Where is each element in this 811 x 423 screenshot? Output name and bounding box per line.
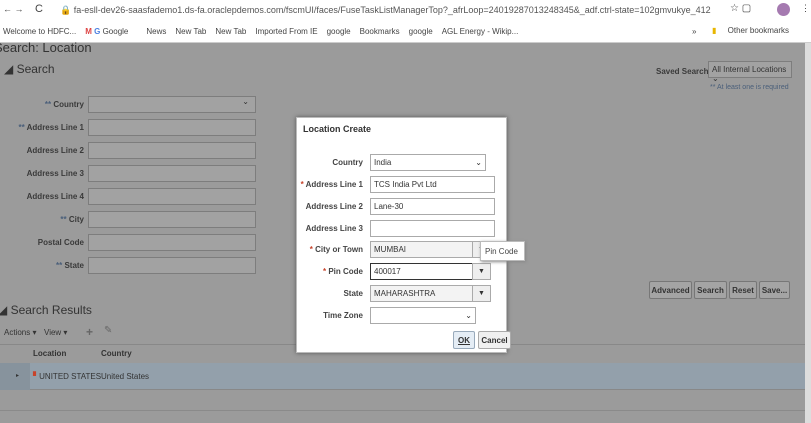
edit-icon[interactable]: ✎ <box>104 325 112 336</box>
field-label: State <box>64 261 84 270</box>
postal-code-input[interactable] <box>88 234 256 251</box>
save-button[interactable]: Save... <box>759 281 790 299</box>
bookmark[interactable]: AGL Energy - Wikip... <box>442 27 519 36</box>
add-icon[interactable]: + <box>86 325 93 339</box>
forward-icon[interactable]: ← → <box>3 4 24 14</box>
field-label: State <box>343 289 363 298</box>
pin-code-input[interactable]: 400017 <box>370 263 473 280</box>
bookmark[interactable]: M G Google <box>85 27 137 36</box>
field-label: Address Line 1 <box>26 123 84 132</box>
location-create-dialog: Location Create Country India ⌄ * Address… <box>296 117 511 353</box>
field-label: Address Line 2 <box>26 146 84 155</box>
bookmark[interactable]: Imported From IE <box>255 27 317 36</box>
address-line-2-input[interactable] <box>88 142 256 159</box>
column-header-country: Country <box>101 349 132 358</box>
avatar[interactable] <box>777 3 790 16</box>
star-icon[interactable]: ☆ ▢ <box>730 3 751 14</box>
reset-button[interactable]: Reset <box>729 281 757 299</box>
cancel-button[interactable]: Cancel <box>478 331 511 349</box>
ok-button[interactable]: OK <box>453 331 475 349</box>
saved-search-label: Saved Search <box>656 67 709 76</box>
other-bookmarks[interactable]: ▮ Other bookmarks <box>712 26 798 35</box>
saved-search-select[interactable]: All Internal Locations ⌄ <box>708 61 792 83</box>
column-header-location: Location <box>33 349 67 358</box>
actions-menu[interactable]: Actions ▾ <box>4 328 36 337</box>
field-label: Postal Code <box>37 238 84 247</box>
url-text: fa-esll-dev26-saasfademo1.ds-fa.oraclepd… <box>73 5 711 15</box>
address-line-3-input[interactable] <box>370 220 495 237</box>
search-results-header[interactable]: ◢ Search Results <box>0 303 92 317</box>
bookmark[interactable]: News <box>146 27 166 36</box>
field-label: Address Line 4 <box>26 192 84 201</box>
expand-icon[interactable]: ▸ <box>16 372 19 379</box>
bookmark[interactable]: Bookmarks <box>360 27 400 36</box>
address-line-1-input[interactable] <box>88 119 256 136</box>
address-line-2-input[interactable]: Lane-30 <box>370 198 495 215</box>
lock-icon: 🔒 <box>60 4 74 15</box>
page-title: Search: Location <box>0 40 92 55</box>
city-input[interactable]: MUMBAI <box>370 241 473 258</box>
state-input[interactable]: MAHARASHTRA <box>370 285 473 302</box>
browser-toolbar: ← → C 🔒 fa-esll-dev26-saasfademo1.ds-fa.… <box>0 0 811 20</box>
field-label: Address Line 3 <box>26 169 84 178</box>
pin-code-tooltip: Pin Code <box>480 241 525 261</box>
address-line-3-input[interactable] <box>88 165 256 182</box>
field-label: City <box>68 215 84 224</box>
bookmark[interactable]: New Tab <box>175 27 206 36</box>
menu-icon[interactable]: ⋮ <box>801 3 810 14</box>
field-label: Country <box>53 100 84 109</box>
country-select[interactable]: India ⌄ <box>370 154 486 171</box>
search-header[interactable]: ◢ Search <box>4 62 55 76</box>
bookmark[interactable]: google <box>327 27 351 36</box>
bookmark[interactable]: New Tab <box>215 27 246 36</box>
search-button[interactable]: Search <box>694 281 727 299</box>
reload-icon[interactable]: C <box>35 3 43 15</box>
address-bar[interactable]: 🔒 fa-esll-dev26-saasfademo1.ds-fa.oracle… <box>60 3 711 17</box>
address-line-1-input[interactable]: TCS India Pvt Ltd <box>370 176 495 193</box>
state-lov-icon[interactable]: ▼ <box>472 285 491 302</box>
bookmarks-bar: Welcome to HDFC... M G Google News New T… <box>0 20 811 43</box>
field-label: Time Zone <box>323 311 363 320</box>
address-line-4-input[interactable] <box>88 188 256 205</box>
dialog-title: Location Create <box>303 124 372 134</box>
table-row[interactable]: ▸ ▘UNITED STATES United States <box>0 363 805 390</box>
folder-icon: ▮ <box>712 26 717 35</box>
field-label: Address Line 2 <box>305 202 363 211</box>
field-label: Address Line 3 <box>305 224 363 233</box>
view-menu[interactable]: View ▾ <box>44 328 67 337</box>
advanced-button[interactable]: Advanced <box>649 281 692 299</box>
country-select[interactable]: ⌄ <box>88 96 256 113</box>
pin-code-lov-icon[interactable]: ▼ <box>472 263 491 280</box>
city-input[interactable] <box>88 211 256 228</box>
bookmark[interactable]: google <box>409 27 433 36</box>
divider <box>0 410 805 411</box>
state-input[interactable] <box>88 257 256 274</box>
bookmark[interactable]: Welcome to HDFC... <box>3 27 76 36</box>
required-note: ** At least one is required <box>710 84 789 91</box>
more-bookmarks-button[interactable]: » <box>692 27 696 36</box>
time-zone-select[interactable]: ⌄ <box>370 307 476 324</box>
field-label: Country <box>332 158 363 167</box>
scrollbar[interactable] <box>805 43 811 423</box>
